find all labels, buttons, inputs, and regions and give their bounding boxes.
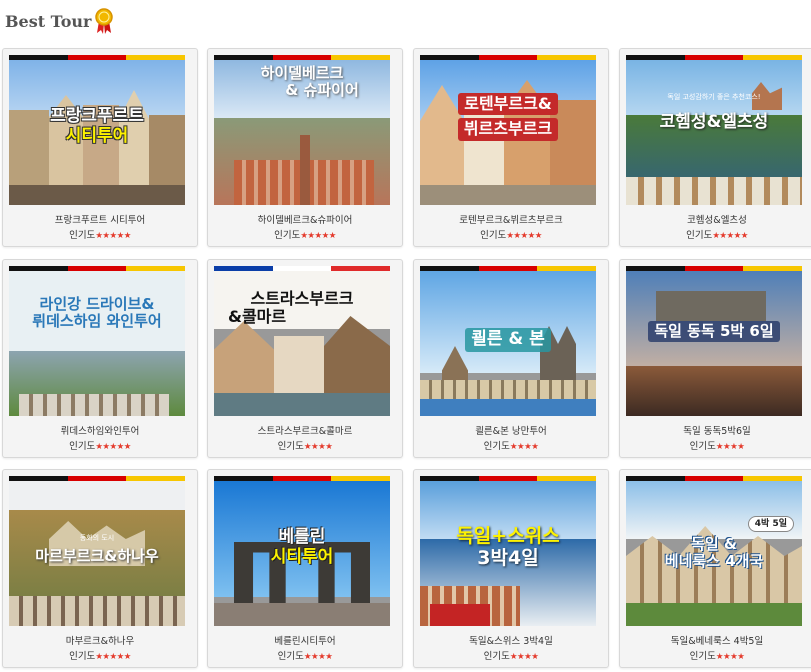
tour-photo[interactable]: 독일 고성감하기 좋은 추천코스! 코헴성&엘츠성 <box>626 55 802 205</box>
tour-photo[interactable]: 동화의 도시 마르부르크&하나우 <box>9 476 185 626</box>
rating-label: 인기도 <box>480 230 507 241</box>
overlay-line: &콜마르 <box>228 307 287 327</box>
tour-photo[interactable]: 4박 5일 독일 & 베네룩스 4개국 <box>626 476 802 626</box>
overlay-line: 스트라스부르크 <box>250 289 354 308</box>
overlay-line: 독일+스위스 <box>456 525 560 547</box>
tour-card[interactable]: 독일 동독 5박 6일 독일 동독5박6일 인기도★★★★ <box>619 259 811 458</box>
overlay-line: 하이델베르크 <box>260 64 344 82</box>
overlay-line: 독일 동독 5박 6일 <box>626 321 802 343</box>
rating-label: 인기도 <box>483 651 510 662</box>
tour-card[interactable]: 쾰른 & 본 쾰른&본 낭만투어 인기도★★★★ <box>413 259 609 458</box>
overlay-line: 베네룩스 4개국 <box>664 552 764 571</box>
overlay-line: 프랑크푸르트 <box>50 106 144 126</box>
tour-name[interactable]: 베를린시티투어 <box>208 633 402 647</box>
overlay-line: 시티투어 <box>270 546 334 567</box>
rating-stars: ★★★★ <box>303 652 333 662</box>
tour-card[interactable]: 독일 고성감하기 좋은 추천코스! 코헴성&엘츠성 코헴성&엘츠성 인기도★★★… <box>619 48 811 247</box>
tour-card[interactable]: 베를린 시티투어 베를린시티투어 인기도★★★★ <box>207 469 403 668</box>
rating-label: 인기도 <box>69 651 96 662</box>
tour-name[interactable]: 독일&스위스 3박4일 <box>414 633 608 647</box>
tour-name[interactable]: 하이델베르크&슈파이어 <box>208 212 402 226</box>
tour-name[interactable]: 쾰른&본 낭만투어 <box>414 423 608 437</box>
overlay-line: & 슈파이어 <box>285 81 359 100</box>
tour-rating: 인기도★★★★ <box>208 438 402 452</box>
tour-rating: 인기도★★★★ <box>414 648 608 662</box>
rating-stars: ★★★★★ <box>712 231 748 241</box>
overlay-line: 쾰른 & 본 <box>420 328 596 352</box>
overlay-line: 로텐부르크& <box>420 93 596 116</box>
rating-label: 인기도 <box>277 441 304 452</box>
tour-photo[interactable]: 하이델베르크 & 슈파이어 <box>214 55 390 205</box>
rating-stars: ★★★★ <box>715 652 745 662</box>
tour-rating: 인기도★★★★ <box>620 648 811 662</box>
tour-rating: 인기도★★★★ <box>208 648 402 662</box>
tour-photo[interactable]: 로텐부르크& 뷔르츠부르크 <box>420 55 596 205</box>
tour-card[interactable]: 하이델베르크 & 슈파이어 하이델베르크&슈파이어 인기도★★★★★ <box>207 48 403 247</box>
tour-photo[interactable]: 베를린 시티투어 <box>214 476 390 626</box>
tour-card[interactable]: 스트라스부르크 &콜마르 스트라스부르크&콜마르 인기도★★★★ <box>207 259 403 458</box>
overlay-line: 3박4일 <box>477 546 539 569</box>
rating-label: 인기도 <box>69 441 96 452</box>
tour-photo[interactable]: 독일 동독 5박 6일 <box>626 266 802 416</box>
rating-label: 인기도 <box>274 230 301 241</box>
tour-photo[interactable]: 라인강 드라이브& 뤼데스하임 와인투어 <box>9 266 185 416</box>
tour-card[interactable]: 프랑크푸르트 시티투어 프랑크푸르트 시티투어 인기도★★★★★ <box>2 48 198 247</box>
rating-stars: ★★★★★ <box>95 442 131 452</box>
rating-label: 인기도 <box>69 230 96 241</box>
rating-stars: ★★★★ <box>715 442 745 452</box>
rating-label: 인기도 <box>686 230 713 241</box>
tour-rating: 인기도★★★★ <box>620 438 811 452</box>
tour-rating: 인기도★★★★★ <box>620 227 811 241</box>
rating-label: 인기도 <box>689 651 716 662</box>
tour-name[interactable]: 프랑크푸르트 시티투어 <box>3 212 197 226</box>
tour-name[interactable]: 스트라스부르크&콜마르 <box>208 423 402 437</box>
rating-stars: ★★★★★ <box>95 652 131 662</box>
rating-stars: ★★★★ <box>509 652 539 662</box>
tour-grid: 프랑크푸르트 시티투어 프랑크푸르트 시티투어 인기도★★★★★ 하이델베르크 … <box>0 0 811 672</box>
tour-name[interactable]: 로텐부르크&뷔르츠부르크 <box>414 212 608 226</box>
rating-stars: ★★★★ <box>509 442 539 452</box>
tour-card[interactable]: 라인강 드라이브& 뤼데스하임 와인투어 뤼데스하임와인투어 인기도★★★★★ <box>2 259 198 458</box>
tour-card[interactable]: 4박 5일 독일 & 베네룩스 4개국 독일&베네룩스 4박5일 인기도★★★★ <box>619 469 811 668</box>
overlay-line: 4박 5일 <box>626 516 794 533</box>
overlay-line: 뤼데스하임 와인투어 <box>32 312 162 331</box>
overlay-line: 마르부르크&하나우 <box>35 547 159 565</box>
tour-card[interactable]: 동화의 도시 마르부르크&하나우 마부르크&하나우 인기도★★★★★ <box>2 469 198 668</box>
tour-card[interactable]: 독일+스위스 3박4일 독일&스위스 3박4일 인기도★★★★ <box>413 469 609 668</box>
tour-name[interactable]: 독일 동독5박6일 <box>620 423 811 437</box>
overlay-line: 뷔르츠부르크 <box>420 118 596 141</box>
rating-stars: ★★★★★ <box>95 231 131 241</box>
tour-name[interactable]: 뤼데스하임와인투어 <box>3 423 197 437</box>
overlay-line: 코헴성&엘츠성 <box>659 112 769 132</box>
tour-photo[interactable]: 쾰른 & 본 <box>420 266 596 416</box>
tour-rating: 인기도★★★★★ <box>414 227 608 241</box>
tour-photo[interactable]: 독일+스위스 3박4일 <box>420 476 596 626</box>
tour-card[interactable]: 로텐부르크& 뷔르츠부르크 로텐부르크&뷔르츠부르크 인기도★★★★★ <box>413 48 609 247</box>
tour-name[interactable]: 독일&베네룩스 4박5일 <box>620 633 811 647</box>
rating-stars: ★★★★★ <box>506 231 542 241</box>
rating-label: 인기도 <box>277 651 304 662</box>
overlay-line: 시티투어 <box>65 125 129 146</box>
tour-name[interactable]: 마부르크&하나우 <box>3 633 197 647</box>
tour-rating: 인기도★★★★ <box>414 438 608 452</box>
tour-rating: 인기도★★★★★ <box>3 648 197 662</box>
tour-photo[interactable]: 프랑크푸르트 시티투어 <box>9 55 185 205</box>
overlay-line: 동화의 도시 <box>79 534 115 542</box>
tour-name[interactable]: 코헴성&엘츠성 <box>620 212 811 226</box>
tour-rating: 인기도★★★★★ <box>3 438 197 452</box>
tour-rating: 인기도★★★★★ <box>3 227 197 241</box>
tour-rating: 인기도★★★★★ <box>208 227 402 241</box>
rating-label: 인기도 <box>689 441 716 452</box>
overlay-line: 베를린 <box>278 527 326 547</box>
rating-stars: ★★★★★ <box>300 231 336 241</box>
tour-photo[interactable]: 스트라스부르크 &콜마르 <box>214 266 390 416</box>
rating-stars: ★★★★ <box>303 442 333 452</box>
overlay-line: 라인강 드라이브& <box>39 295 155 313</box>
overlay-line: 독일 & <box>691 535 737 553</box>
rating-label: 인기도 <box>483 441 510 452</box>
overlay-line: 독일 고성감하기 좋은 추천코스! <box>667 93 761 101</box>
